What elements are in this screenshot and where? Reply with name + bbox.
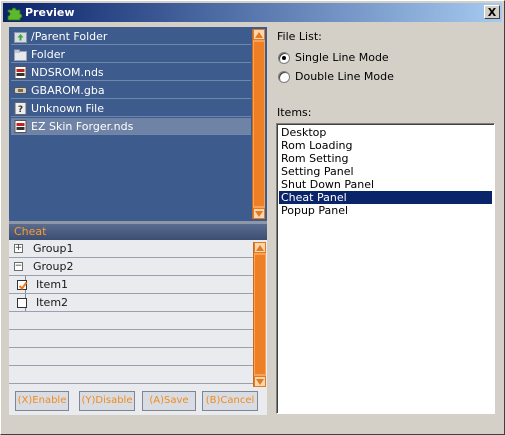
- file-label: NDSROM.nds: [31, 65, 104, 79]
- file-row-parent-folder[interactable]: /Parent Folder: [11, 28, 251, 45]
- collapse-icon[interactable]: −: [14, 262, 23, 271]
- radio-label: Double Line Mode: [295, 70, 394, 83]
- cheat-empty-row: [9, 348, 253, 366]
- arrow-down-icon: [255, 210, 263, 217]
- cancel-button[interactable]: (B)Cancel: [202, 391, 258, 411]
- cheat-item-row[interactable]: Item2: [9, 294, 253, 312]
- puzzle-icon: [7, 7, 22, 20]
- list-item-setting-panel[interactable]: Setting Panel: [279, 165, 492, 178]
- file-label: Folder: [31, 47, 65, 61]
- window-title: Preview: [25, 6, 75, 19]
- close-button[interactable]: X: [484, 5, 500, 19]
- svg-text:?: ?: [18, 105, 23, 115]
- title-bar[interactable]: Preview X: [3, 3, 502, 22]
- cheat-group-label: Group2: [33, 260, 74, 273]
- arrow-up-icon: [255, 31, 263, 38]
- preview-window: Preview X /Parent Folder Folder NDSROM.n…: [0, 0, 505, 435]
- radio-unselected-icon[interactable]: [278, 70, 290, 83]
- enable-button[interactable]: (X)Enable: [15, 391, 69, 411]
- disable-button[interactable]: (Y)Disable: [79, 391, 135, 411]
- file-row-gba[interactable]: GBAROM.gba: [11, 82, 251, 99]
- radio-selected-icon[interactable]: [278, 51, 290, 64]
- nds-rom-icon: [14, 119, 27, 133]
- list-item-cheat-panel[interactable]: Cheat Panel: [279, 191, 492, 204]
- file-label: GBAROM.gba: [31, 83, 105, 97]
- checkbox-checked-icon[interactable]: [17, 279, 28, 290]
- list-item-desktop[interactable]: Desktop: [279, 126, 492, 139]
- single-line-mode-radio[interactable]: Single Line Mode: [278, 51, 389, 64]
- file-label: Unknown File: [31, 101, 104, 115]
- double-line-mode-radio[interactable]: Double Line Mode: [278, 70, 394, 83]
- gba-rom-icon: [14, 86, 27, 94]
- cheat-group-row[interactable]: + Group1: [9, 240, 253, 258]
- cheat-group-label: Group1: [33, 242, 74, 255]
- items-listbox[interactable]: Desktop Rom Loading Rom Setting Setting …: [276, 123, 495, 414]
- cheat-panel: + Group1 − Group2 Item1 Item2: [9, 240, 267, 415]
- folder-icon: [14, 49, 27, 61]
- file-row-nds[interactable]: NDSROM.nds: [11, 64, 251, 81]
- list-item-rom-setting[interactable]: Rom Setting: [279, 152, 492, 165]
- cheat-empty-row: [9, 330, 253, 348]
- scroll-thumb[interactable]: [255, 255, 265, 374]
- file-list-label: File List:: [277, 30, 322, 43]
- arrow-down-icon: [256, 378, 264, 385]
- nds-rom-icon: [14, 65, 27, 79]
- file-label: /Parent Folder: [31, 29, 108, 43]
- file-browser-panel: /Parent Folder Folder NDSROM.nds GBAROM.…: [9, 27, 267, 221]
- save-button[interactable]: (A)Save: [142, 391, 196, 411]
- file-label: EZ Skin Forger.nds: [31, 119, 134, 133]
- cheat-empty-row: [9, 312, 253, 330]
- close-icon: X: [487, 5, 497, 19]
- cheat-item-row[interactable]: Item1: [9, 276, 253, 294]
- expand-icon[interactable]: +: [14, 244, 23, 253]
- preview-screen: /Parent Folder Folder NDSROM.nds GBAROM.…: [9, 27, 267, 415]
- cheat-scrollbar[interactable]: [253, 242, 266, 387]
- scroll-up-button[interactable]: [253, 29, 265, 40]
- scroll-down-button[interactable]: [254, 376, 266, 387]
- cheat-item-label: Item1: [36, 278, 69, 291]
- cheat-header: Cheat: [9, 224, 267, 240]
- list-item-popup-panel[interactable]: Popup Panel: [279, 204, 492, 217]
- file-row-unknown[interactable]: ? Unknown File: [11, 100, 251, 117]
- cheat-item-label: Item2: [36, 296, 69, 309]
- arrow-up-icon: [256, 244, 264, 251]
- cheat-group-row[interactable]: − Group2: [9, 258, 253, 276]
- list-item-rom-loading[interactable]: Rom Loading: [279, 139, 492, 152]
- list-item-shut-down-panel[interactable]: Shut Down Panel: [279, 178, 492, 191]
- cheat-empty-row: [9, 366, 253, 384]
- file-list-scrollbar[interactable]: [252, 29, 265, 219]
- items-label: Items:: [277, 106, 312, 119]
- scroll-down-button[interactable]: [253, 208, 265, 219]
- parent-folder-icon: [14, 31, 27, 43]
- unknown-file-icon: ?: [14, 101, 27, 115]
- radio-label: Single Line Mode: [295, 51, 389, 64]
- checkbox-unchecked-icon[interactable]: [17, 297, 27, 308]
- scroll-thumb[interactable]: [254, 42, 264, 206]
- scroll-up-button[interactable]: [254, 242, 266, 253]
- file-row-folder[interactable]: Folder: [11, 46, 251, 63]
- file-row-ez-skin-forger[interactable]: EZ Skin Forger.nds: [11, 118, 251, 135]
